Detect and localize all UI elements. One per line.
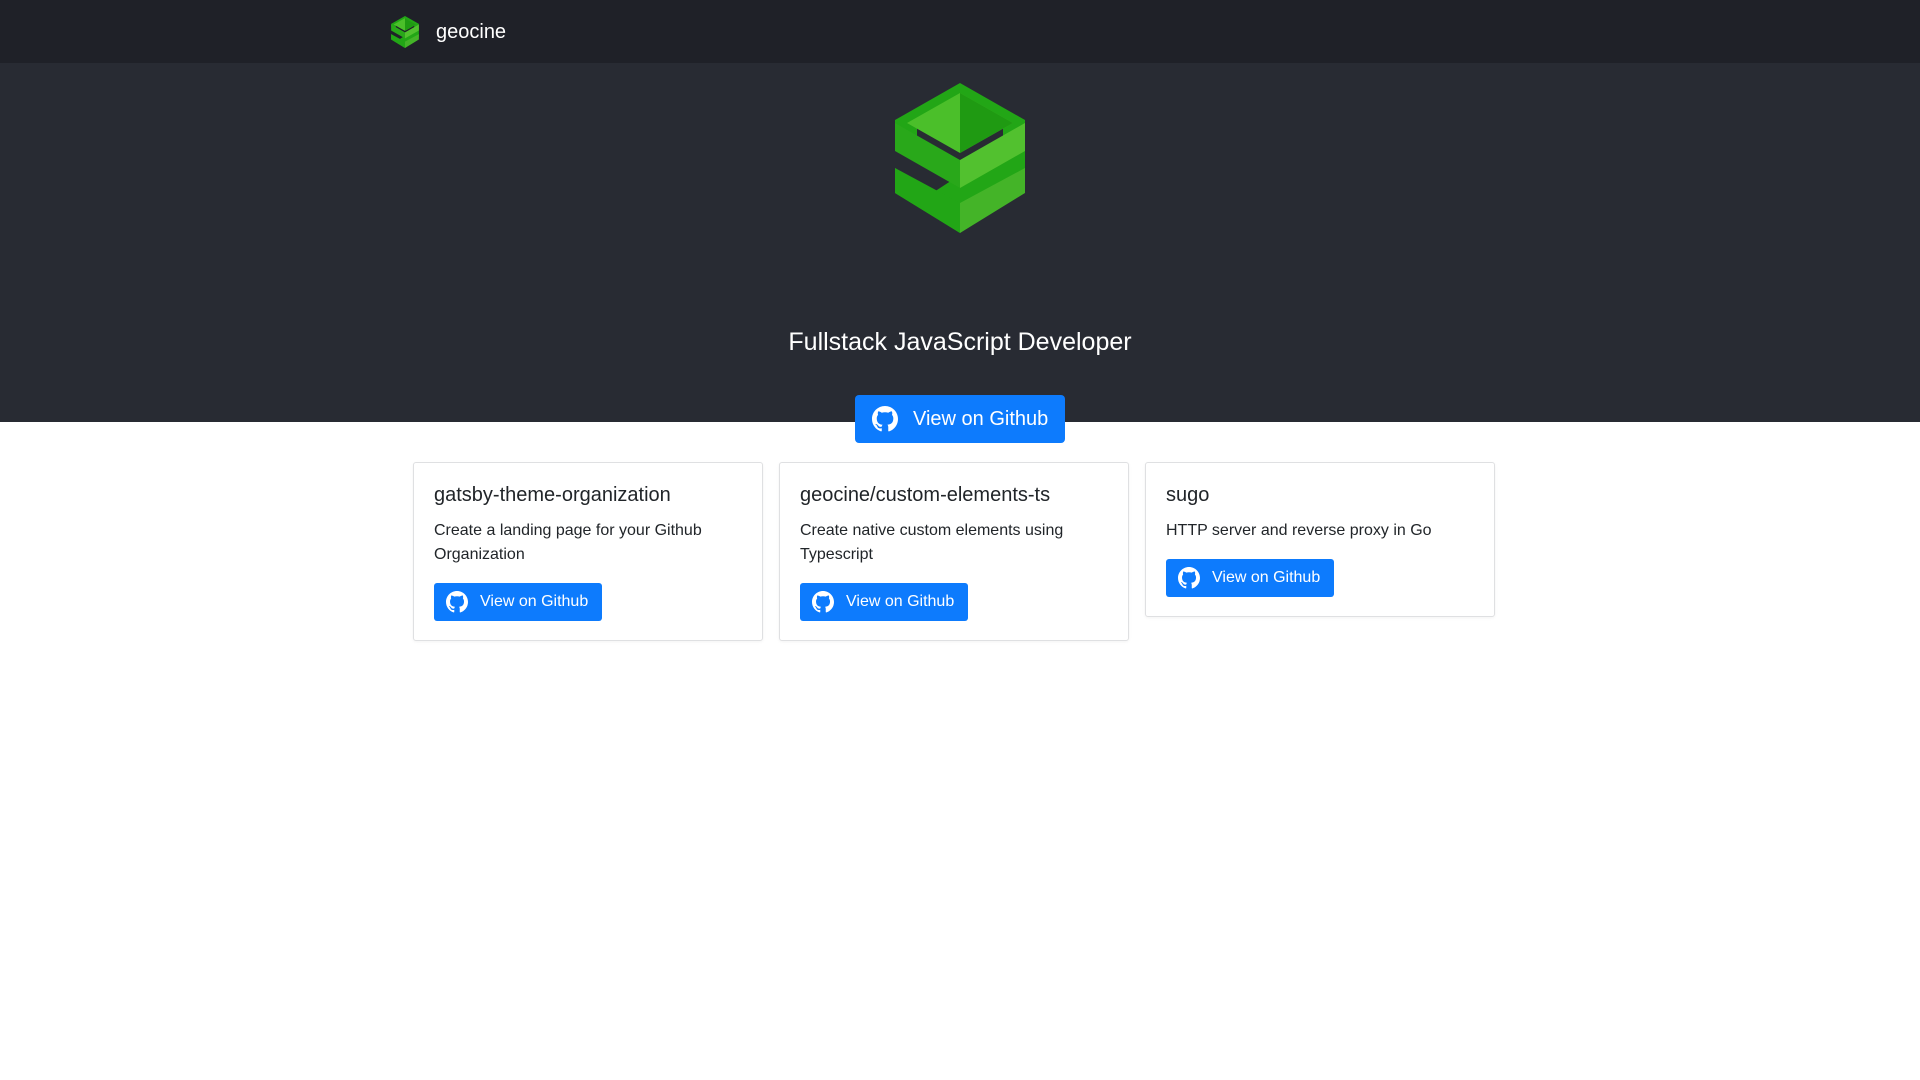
hero-view-on-github-button[interactable]: View on Github — [855, 395, 1065, 443]
card-description: Create a landing page for your Github Or… — [434, 522, 702, 563]
repo-cards: gatsby-theme-organization Create a landi… — [413, 462, 1495, 641]
repo-card: sugo HTTP server and reverse proxy in Go… — [1145, 462, 1495, 617]
card-button-label: View on Github — [480, 593, 589, 610]
geocine-logo-icon — [895, 83, 1025, 233]
top-navbar: geocine — [0, 0, 1920, 63]
github-icon — [812, 591, 834, 613]
card-button-label: View on Github — [1212, 569, 1321, 586]
card-description: HTTP server and reverse proxy in Go — [1166, 522, 1432, 539]
card-title: geocine/custom-elements-ts — [800, 484, 1051, 506]
hero-section: Fullstack JavaScript Developer View on G… — [0, 63, 1920, 443]
card-view-on-github-button[interactable]: View on Github — [434, 583, 602, 621]
card-view-on-github-button[interactable]: View on Github — [800, 583, 968, 621]
repo-card: geocine/custom-elements-ts Create native… — [779, 462, 1129, 641]
card-button-label: View on Github — [846, 593, 955, 610]
github-icon — [446, 591, 468, 613]
hero-subtitle: Fullstack JavaScript Developer — [788, 328, 1132, 356]
repo-card: gatsby-theme-organization Create a landi… — [413, 462, 763, 641]
card-title: gatsby-theme-organization — [434, 484, 671, 506]
card-description: Create native custom elements using Type… — [800, 522, 1064, 563]
hero-button-label: View on Github — [913, 407, 1049, 430]
card-title: sugo — [1166, 484, 1210, 506]
github-icon — [1178, 567, 1200, 589]
card-view-on-github-button[interactable]: View on Github — [1166, 559, 1334, 597]
navbar-brand-text: geocine — [436, 20, 507, 43]
github-icon — [872, 406, 898, 432]
navbar-brand-link[interactable]: geocine — [391, 16, 507, 48]
geocine-logo-icon — [391, 16, 419, 48]
